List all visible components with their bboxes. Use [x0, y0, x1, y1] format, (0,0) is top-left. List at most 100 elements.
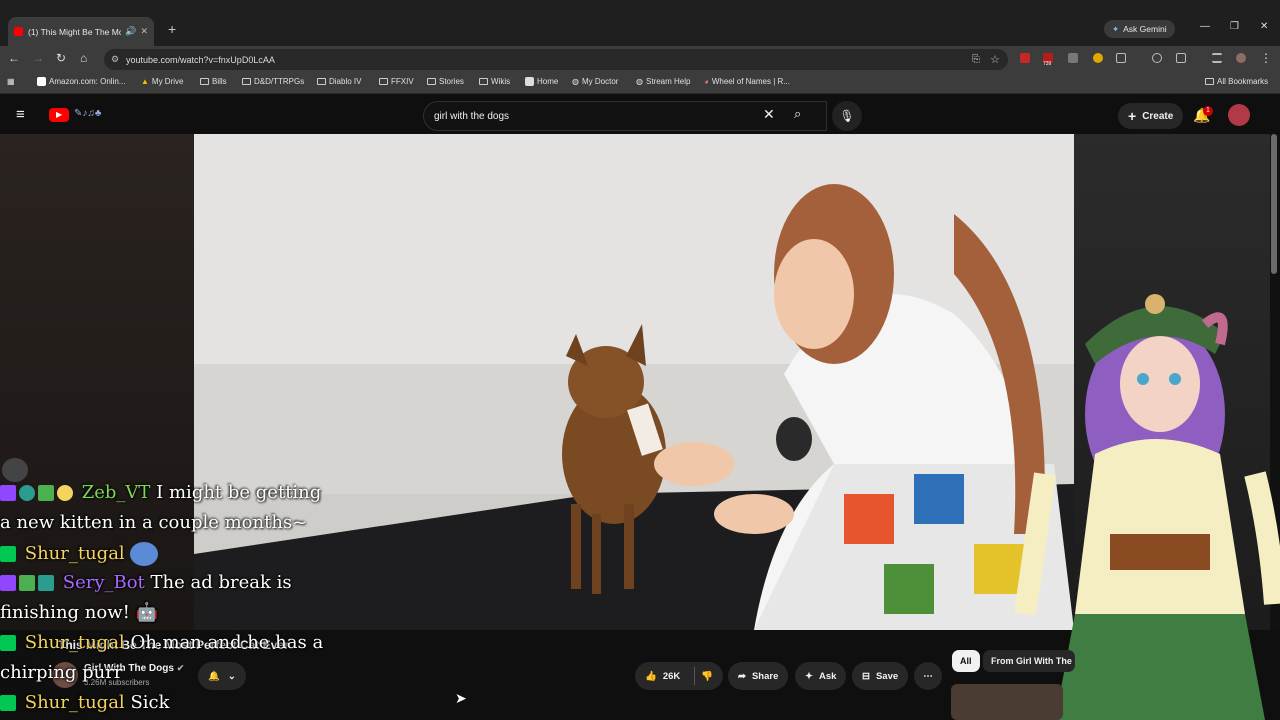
search-query-text: girl with the dogs [434, 110, 510, 122]
chat-message: Sery_Bot The ad break is [0, 572, 292, 593]
url-text: youtube.com/watch?v=fnxUpD0LcAA [126, 54, 275, 65]
pikachu-badge-icon [57, 485, 73, 501]
install-app-icon[interactable]: ⎘ [972, 54, 980, 65]
password-key-icon[interactable] [1152, 53, 1162, 63]
bookmark-star-icon[interactable]: ☆ [990, 53, 1000, 66]
bookmark-label: Bills [212, 77, 227, 86]
bookmark-dnd[interactable]: D&D/TTRPGs [242, 77, 304, 86]
browser-tab-active[interactable]: (1) This Might Be The Most 🔊 ✕ [8, 17, 154, 46]
extensions-puzzle-icon[interactable] [1116, 53, 1126, 63]
all-bookmarks[interactable]: All Bookmarks [1205, 77, 1268, 86]
chat-username: Shur_tugal [24, 632, 125, 653]
bookmark-label: Wikis [491, 77, 511, 86]
drive-icon: ▲ [141, 77, 149, 86]
chat-message: Zeb_VT I might be getting [0, 482, 321, 503]
voice-search-button[interactable]: 🎙 [832, 101, 862, 131]
chrome-menu-icon[interactable]: ⋮ [1260, 51, 1272, 65]
chat-username: Shur_tugal [24, 692, 125, 713]
bookmark-home[interactable]: Home [525, 77, 558, 86]
chat-message-cont: finishing now! 🤖 [0, 602, 158, 623]
robot-emote-icon: 🤖 [135, 602, 159, 623]
folder-icon [200, 78, 209, 85]
tab-title: (1) This Might Be The Most [28, 26, 122, 37]
create-button[interactable]: + Create [1118, 103, 1184, 129]
recommended-video-thumbnail[interactable] [951, 684, 1063, 720]
extension-red-icon[interactable] [1020, 53, 1030, 63]
bookmark-amazon[interactable]: Amazon.com: Onlin... [37, 77, 125, 86]
speaker-icon[interactable]: 🔊 [125, 26, 136, 37]
ask-button[interactable]: ✦ Ask [795, 662, 847, 690]
close-window-icon[interactable]: ✕ [1260, 21, 1268, 32]
bookmark-label: FFXIV [391, 77, 414, 86]
save-button[interactable]: ⊟ Save [852, 662, 909, 690]
reading-list-icon[interactable] [1176, 53, 1186, 63]
bookmark-label: My Doctor [581, 77, 619, 86]
new-tab-button[interactable]: + [168, 21, 176, 37]
hamburger-menu-icon[interactable]: ≡ [16, 106, 25, 123]
chat-message: Shur_tugal Sick [0, 692, 170, 713]
ask-gemini-button[interactable]: ✦ Ask Gemini [1104, 20, 1175, 38]
extension-gray-icon[interactable] [1068, 53, 1078, 63]
bookmark-label: Stories [439, 77, 464, 86]
chat-text: Oh man and he has a [130, 632, 324, 653]
bookmark-my-drive[interactable]: ▲ My Drive [141, 77, 183, 86]
bookmark-stories[interactable]: Stories [427, 77, 464, 86]
chat-text: finishing now! [0, 602, 130, 623]
forward-arrow-icon[interactable]: → [32, 51, 44, 65]
bookmark-label: My Drive [151, 77, 184, 86]
twitch-badge-icon [0, 575, 16, 591]
share-button[interactable]: ➦ Share [728, 662, 789, 690]
media-controls-icon[interactable] [1212, 53, 1222, 63]
account-avatar[interactable] [1228, 104, 1250, 126]
apps-grid-icon[interactable]: ▦ [7, 77, 15, 86]
plus-icon: + [1128, 108, 1137, 124]
search-icon[interactable]: ⌕ [794, 106, 801, 122]
video-frame[interactable] [194, 134, 1074, 630]
chip-from-channel[interactable]: From Girl With The D [983, 650, 1075, 672]
home-icon[interactable]: ⌂ [80, 51, 87, 65]
bookmark-wikis[interactable]: Wikis [479, 77, 510, 86]
page-scrollbar[interactable] [1271, 134, 1277, 274]
bookmark-label: All Bookmarks [1217, 77, 1269, 86]
bell-icon: 🔔 [208, 670, 220, 682]
chat-message: Shur_tugal [0, 542, 161, 566]
folder-icon [479, 78, 488, 85]
youtube-favicon-icon [14, 27, 23, 36]
anime-emote-icon [130, 542, 159, 566]
verified-check-icon: ✔ [176, 663, 185, 673]
site-info-icon[interactable]: ⚙ [111, 54, 119, 65]
bookmark-wheel-of-names[interactable]: ◕ Wheel of Names | R... [704, 77, 790, 86]
home-icon [525, 77, 534, 86]
bookmark-label: Diablo IV [329, 77, 362, 86]
video-scene-illustration [194, 134, 1074, 630]
like-button[interactable]: 👍 26K 👎 [635, 662, 724, 690]
twitch-badge-icon [0, 485, 16, 501]
bookmark-my-doctor[interactable]: ◍ My Doctor [572, 77, 618, 86]
reload-icon[interactable]: ↻ [56, 51, 66, 65]
profile-avatar-icon[interactable] [1236, 53, 1246, 63]
chip-all[interactable]: All [952, 650, 980, 672]
bookmark-bills[interactable]: Bills [200, 77, 227, 86]
chat-username: Sery_Bot [62, 572, 145, 593]
create-label: Create [1142, 110, 1174, 122]
subscribe-bell-button[interactable]: 🔔 ⌄ [198, 662, 246, 690]
restore-icon[interactable]: ❐ [1230, 21, 1239, 32]
chat-text: Sick [130, 692, 170, 713]
chat-text: I might be getting [156, 482, 322, 503]
minimize-icon[interactable]: — [1200, 21, 1210, 32]
address-bar[interactable]: ⚙ youtube.com/watch?v=fnxUpD0LcAA ⎘ ☆ [104, 49, 1008, 70]
ask-label: Ask [818, 670, 837, 682]
tab-close-icon[interactable]: ✕ [140, 26, 148, 37]
bookmark-diablo[interactable]: Diablo IV [317, 77, 361, 86]
thumbs-down-icon[interactable]: 👎 [701, 671, 713, 682]
more-actions-button[interactable]: ⋯ [914, 662, 942, 690]
extension-yellow-icon[interactable] [1093, 53, 1103, 63]
extension-badge-count: 739 [1043, 61, 1052, 67]
chat-message-cont: a new kitten in a couple months~ [0, 512, 308, 533]
doodle-icon[interactable]: ✎♪♫♣ [74, 108, 101, 119]
clear-search-icon[interactable]: ✕ [763, 106, 775, 123]
back-arrow-icon[interactable]: ← [8, 51, 20, 65]
youtube-logo-icon[interactable]: ▶ [49, 108, 69, 122]
bookmark-stream-help[interactable]: ◍ Stream Help [636, 77, 690, 86]
bookmark-ffxiv[interactable]: FFXIV [379, 77, 414, 86]
